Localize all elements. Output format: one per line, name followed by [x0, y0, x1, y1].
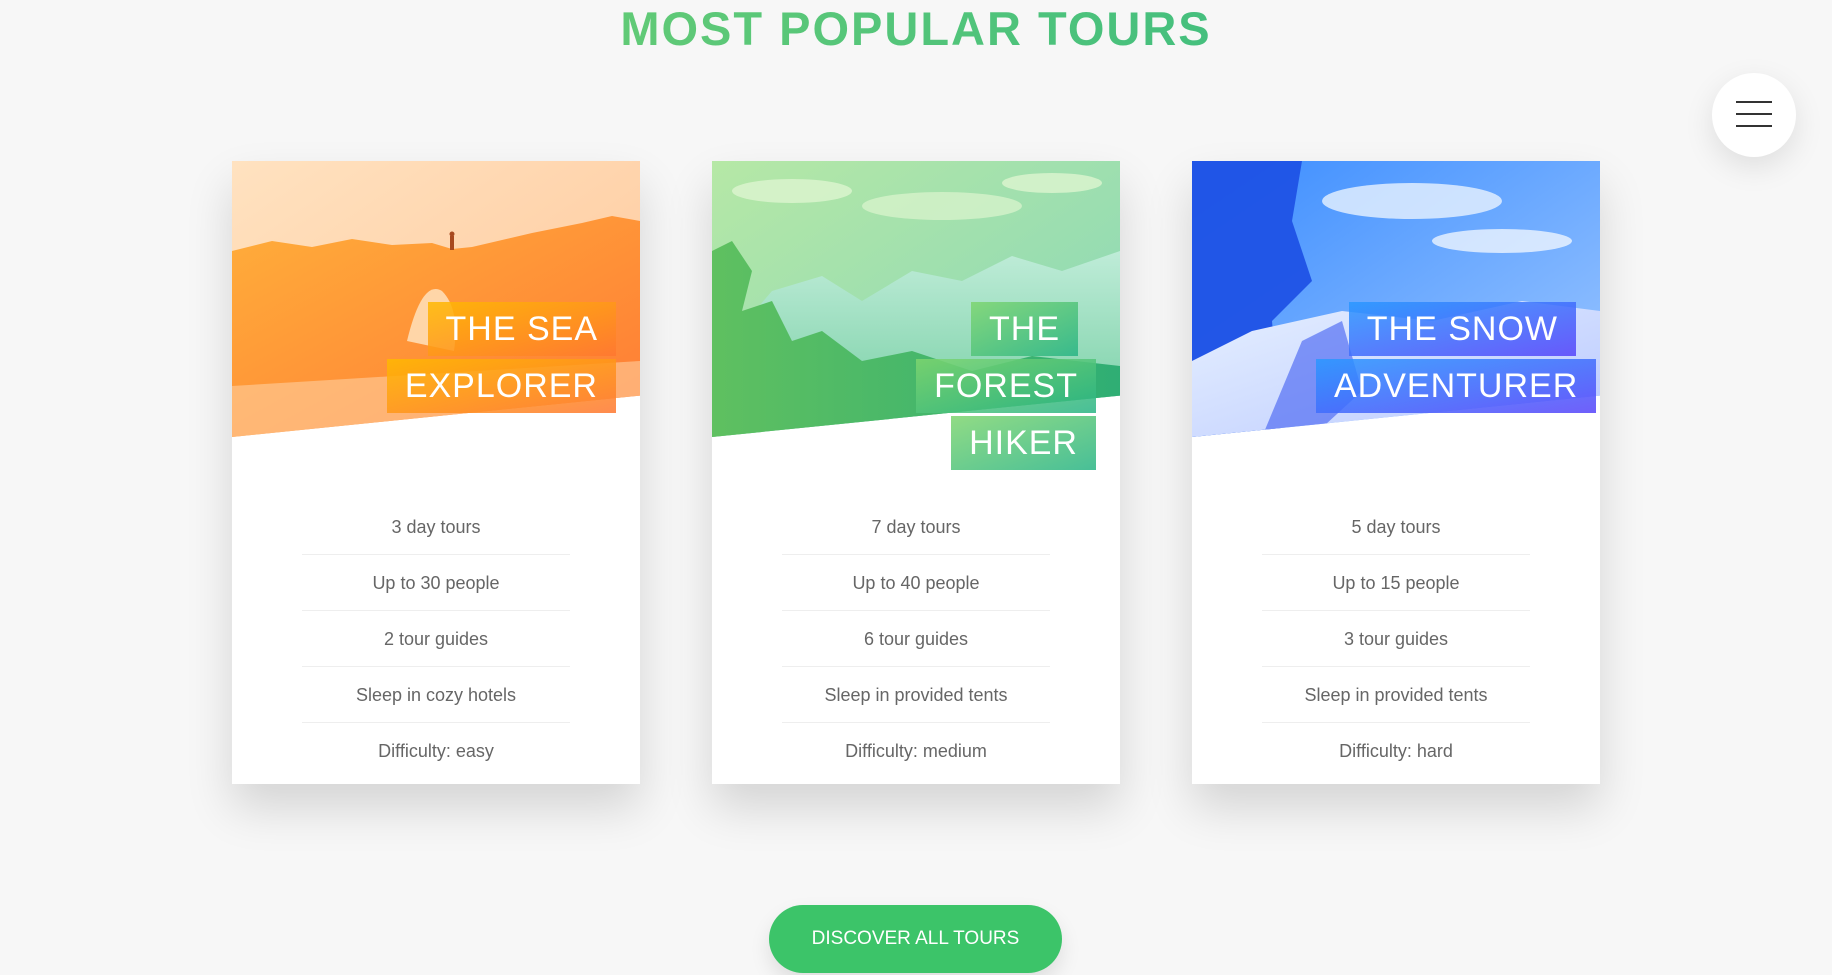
detail-guides: 2 tour guides	[302, 611, 570, 667]
tours-section: MOST POPULAR TOURS THE SEA EXPLORER 3 da…	[0, 0, 1832, 975]
forest-hiker-heading: THE FOREST HIKER	[836, 301, 1096, 472]
section-title: MOST POPULAR TOURS	[0, 0, 1832, 58]
tour-details-list: 7 day tours Up to 40 people 6 tour guide…	[782, 499, 1050, 779]
detail-guides: 6 tour guides	[782, 611, 1050, 667]
navigation-menu-button[interactable]	[1712, 73, 1796, 157]
detail-guides: 3 tour guides	[1262, 611, 1530, 667]
hamburger-menu-icon	[1736, 101, 1772, 127]
tour-details-list: 5 day tours Up to 15 people 3 tour guide…	[1262, 499, 1530, 779]
heading-line-2: HIKER	[951, 416, 1096, 470]
tour-details: 7 day tours Up to 40 people 6 tour guide…	[782, 517, 1050, 784]
heading-line-1: THE SEA	[427, 302, 616, 356]
detail-difficulty: Difficulty: hard	[1339, 741, 1453, 761]
detail-accommodation: Sleep in cozy hotels	[302, 667, 570, 723]
tour-card-forest-hiker[interactable]: THE FOREST HIKER 7 day tours Up to 40 pe…	[712, 161, 1120, 784]
sea-explorer-heading: THE SEA EXPLORER	[356, 301, 616, 415]
detail-group-size: Up to 40 people	[782, 555, 1050, 611]
heading-line-2: EXPLORER	[386, 359, 616, 413]
detail-duration: 7 day tours	[782, 499, 1050, 555]
detail-duration: 3 day tours	[302, 499, 570, 555]
detail-duration: 5 day tours	[1262, 499, 1530, 555]
tour-details-list: 3 day tours Up to 30 people 2 tour guide…	[302, 499, 570, 779]
tour-card-sea-explorer[interactable]: THE SEA EXPLORER 3 day tours Up to 30 pe…	[232, 161, 640, 784]
detail-difficulty: Difficulty: medium	[845, 741, 987, 761]
detail-accommodation: Sleep in provided tents	[782, 667, 1050, 723]
detail-group-size: Up to 15 people	[1262, 555, 1530, 611]
detail-difficulty: Difficulty: easy	[378, 741, 494, 761]
discover-all-tours-button[interactable]: DISCOVER ALL TOURS	[769, 905, 1062, 973]
detail-accommodation: Sleep in provided tents	[1262, 667, 1530, 723]
snow-adventurer-heading: THE SNOW ADVENTURER	[1316, 301, 1597, 415]
tour-card-snow-adventurer[interactable]: THE SNOW ADVENTURER 5 day tours Up to 15…	[1192, 161, 1600, 784]
tour-details: 3 day tours Up to 30 people 2 tour guide…	[302, 517, 570, 784]
heading-line-1: THE SNOW	[1348, 302, 1576, 356]
heading-line-1: THE FOREST	[916, 302, 1096, 413]
tour-details: 5 day tours Up to 15 people 3 tour guide…	[1262, 517, 1530, 784]
heading-line-2: ADVENTURER	[1316, 359, 1597, 413]
detail-group-size: Up to 30 people	[302, 555, 570, 611]
